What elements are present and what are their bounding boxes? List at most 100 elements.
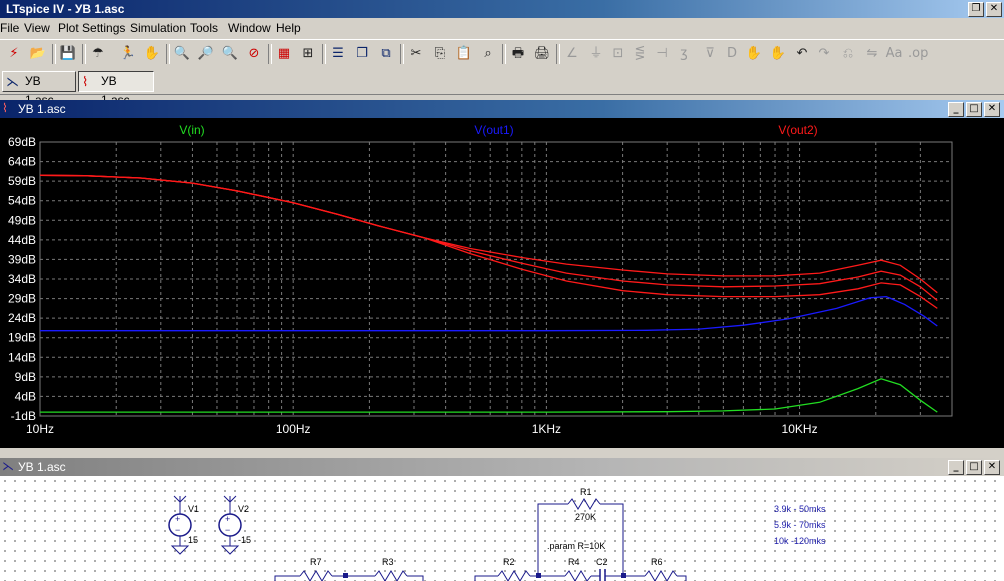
- close-window-icon[interactable]: ⧉: [376, 44, 396, 64]
- y-tick-label: 24dB: [8, 311, 36, 325]
- schematic-icon: ⋋: [6, 75, 19, 90]
- menu-tools[interactable]: Tools: [190, 21, 218, 35]
- maximize-button[interactable]: □: [966, 102, 982, 117]
- voltage-source-v1[interactable]: + − V1 15: [168, 495, 199, 555]
- rotate-icon[interactable]: ⎌: [838, 44, 858, 64]
- tab-waveform[interactable]: ⌇ УВ 1.asc: [78, 71, 154, 107]
- ground-icon[interactable]: ⏚: [586, 44, 606, 64]
- inductor-icon[interactable]: ʒ: [674, 44, 694, 64]
- y-tick-label: 49dB: [8, 213, 36, 227]
- minimize-button[interactable]: _: [948, 460, 964, 475]
- component-icon[interactable]: D: [722, 44, 742, 64]
- y-tick-label: 9dB: [15, 370, 36, 384]
- v2-value: -15: [238, 535, 251, 545]
- menu-simulation[interactable]: Simulation: [130, 21, 186, 35]
- note-line[interactable]: 10k -120mks: [774, 536, 826, 546]
- v1-value: 15: [188, 535, 198, 545]
- schematic-window-title: УВ 1.asc: [18, 460, 66, 474]
- schematic-svg[interactable]: + − V1 15 + − V2 -15 R7 R3 R1 270K .para…: [0, 476, 1004, 581]
- plot-window-title-bar: ⌇ УВ 1.asc _ □ ✕: [0, 100, 1004, 118]
- zoom-in-icon[interactable]: 🔍: [172, 44, 192, 64]
- print-icon[interactable]: 🖨: [532, 44, 552, 64]
- minimize-button[interactable]: _: [948, 102, 964, 117]
- menu-view[interactable]: View: [24, 21, 50, 35]
- toolbar-separator: [556, 44, 560, 64]
- close-button[interactable]: ✕: [986, 2, 1002, 17]
- cascade-icon[interactable]: ❐: [352, 44, 372, 64]
- note-line[interactable]: 5.9k - 70mks: [774, 520, 826, 530]
- save-icon[interactable]: 💾: [58, 44, 78, 64]
- toolbar-separator: [322, 44, 326, 64]
- grid-icon[interactable]: ⊞: [298, 44, 318, 64]
- x-tick-label: 10KHz: [782, 422, 818, 436]
- x-tick-label: 1KHz: [532, 422, 561, 436]
- resistor-r1[interactable]: [567, 498, 601, 510]
- toolbar-separator: [268, 44, 272, 64]
- zoom-cancel-icon[interactable]: ⊘: [244, 44, 264, 64]
- resistor-icon[interactable]: ⋚: [630, 44, 650, 64]
- schematic-window-title-bar: ⋋ УВ 1.asc _ □ ✕: [0, 458, 1004, 476]
- r1-ref: R1: [580, 487, 592, 497]
- capacitor-c2[interactable]: [599, 569, 606, 581]
- restore-button[interactable]: ❐: [968, 2, 984, 17]
- resistor-r7[interactable]: [299, 570, 333, 581]
- close-button[interactable]: ✕: [984, 460, 1000, 475]
- open-folder-icon[interactable]: 📂: [28, 44, 48, 64]
- redo-icon[interactable]: ↷: [814, 44, 834, 64]
- move-hand-icon[interactable]: ✋: [744, 44, 764, 64]
- new-schematic-icon[interactable]: ⚡: [4, 44, 24, 64]
- menu-file[interactable]: File: [0, 21, 19, 35]
- param-directive[interactable]: .param R=10K: [547, 541, 605, 551]
- svg-text:−: −: [225, 525, 230, 535]
- label-net-icon[interactable]: ⊡: [608, 44, 628, 64]
- r1-value: 270K: [575, 512, 596, 522]
- app-title-bar: LTspice IV - УВ 1.asc ❐ ✕: [0, 0, 1004, 18]
- text-icon[interactable]: Aa: [884, 44, 904, 64]
- y-tick-label: 54dB: [8, 194, 36, 208]
- app-title: LTspice IV - УВ 1.asc: [6, 2, 125, 16]
- autorange-icon[interactable]: ▦: [274, 44, 294, 64]
- zoom-area-icon[interactable]: 🔎: [196, 44, 216, 64]
- menu-help[interactable]: Help: [276, 21, 301, 35]
- menu-window[interactable]: Window: [228, 21, 271, 35]
- tile-horizontal-icon[interactable]: ☰: [328, 44, 348, 64]
- resistor-r4[interactable]: [564, 570, 592, 581]
- resistor-r6[interactable]: [644, 570, 678, 581]
- diode-icon[interactable]: ⊽: [700, 44, 720, 64]
- y-tick-label: 19dB: [8, 331, 36, 345]
- note-line[interactable]: 3.9k - 50mks: [774, 504, 826, 514]
- run-icon[interactable]: 🏃: [118, 44, 138, 64]
- draw-wire-icon[interactable]: ∠: [562, 44, 582, 64]
- toolbar-separator: [166, 44, 170, 64]
- plot-svg[interactable]: 69dB 64dB 59dB 54dB 49dB 44dB 39dB 34dB 29dB 24dB…: [0, 118, 1004, 448]
- drag-hand-icon[interactable]: ✋: [768, 44, 788, 64]
- find-binoculars-icon[interactable]: ⌕: [478, 44, 498, 64]
- spice-directive-icon[interactable]: .op: [908, 44, 928, 64]
- tab-schematic[interactable]: ⋋ УВ 1.asc: [2, 71, 76, 107]
- legend-label: V(in): [179, 123, 204, 137]
- pan-hand-icon[interactable]: ✋: [142, 44, 162, 64]
- schematic-canvas[interactable]: + − V1 15 + − V2 -15 R7 R3 R1 270K .para…: [0, 476, 1004, 581]
- waveform-icon: ⌇: [82, 75, 89, 90]
- resistor-r3[interactable]: [374, 570, 408, 581]
- waveform-plot[interactable]: 69dB 64dB 59dB 54dB 49dB 44dB 39dB 34dB 29dB 24dB…: [0, 118, 1004, 448]
- cut-icon[interactable]: ✂: [406, 44, 426, 64]
- c2-ref: C2: [596, 557, 608, 567]
- menu-plot-settings[interactable]: Plot Settings: [58, 21, 125, 35]
- svg-text:+: +: [175, 514, 180, 524]
- zoom-out-icon[interactable]: 🔍: [220, 44, 240, 64]
- toolbar-separator: [502, 44, 506, 64]
- control-panel-icon[interactable]: ☂: [88, 44, 108, 64]
- capacitor-icon[interactable]: ⊣: [652, 44, 672, 64]
- resistor-r2[interactable]: [497, 570, 531, 581]
- voltage-source-v2[interactable]: + − V2 -15: [218, 495, 251, 555]
- r6-ref: R6: [651, 557, 663, 567]
- copy-icon[interactable]: ⎘: [430, 44, 450, 64]
- maximize-button[interactable]: □: [966, 460, 982, 475]
- close-button[interactable]: ✕: [984, 102, 1000, 117]
- undo-icon[interactable]: ↶: [792, 44, 812, 64]
- paste-icon[interactable]: 📋: [454, 44, 474, 64]
- print-preview-icon[interactable]: 🖶: [508, 44, 528, 64]
- mirror-icon[interactable]: ⇋: [862, 44, 882, 64]
- waveform-icon: ⌇: [2, 101, 8, 115]
